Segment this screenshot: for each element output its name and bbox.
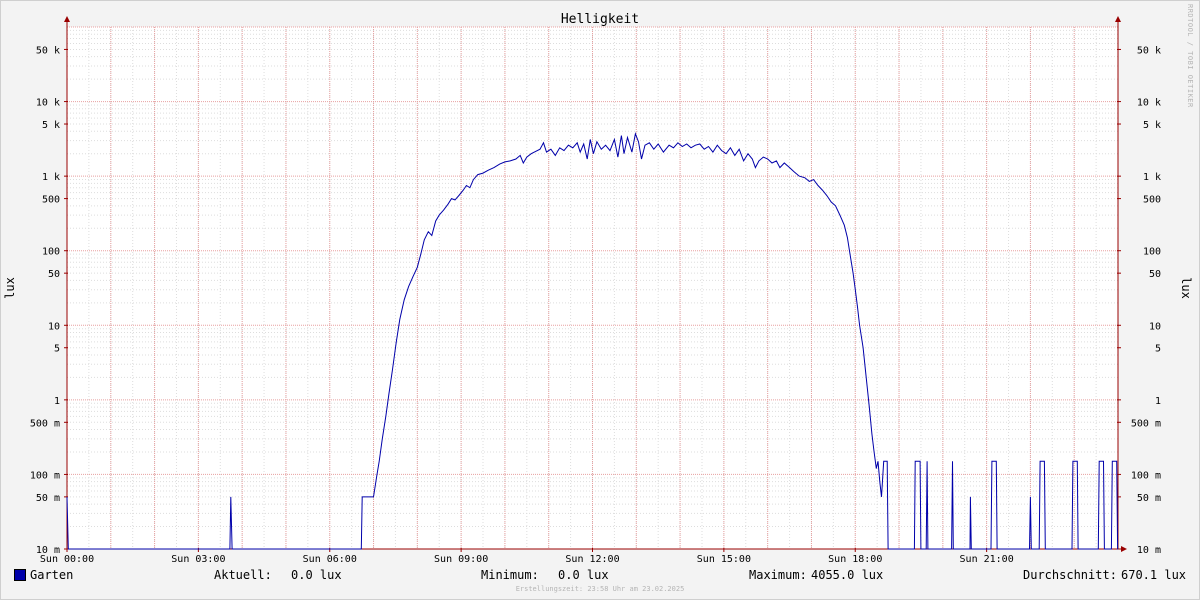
rrdtool-watermark: RRDTOOL / TOBI OETIKER [1186,4,1194,108]
y-tick-label: 10 k [36,98,60,109]
avg-value: 670.1 lux [1121,568,1187,582]
y-tick-label: 100 [42,247,60,258]
y-tick-label: 1 [54,396,60,407]
min-label: Minimum: [481,568,539,582]
current-label: Aktuell: [214,568,272,582]
y-tick-label: 50 [1149,269,1161,280]
y-tick-label: 500 m [1131,418,1161,429]
legend-swatch-garten [14,569,26,581]
avg-label: Durchschnitt: [1023,568,1117,582]
x-tick-label: Sun 21:00 [960,554,1014,565]
y-tick-label: 500 [1143,195,1161,206]
legend-series-name: Garten [30,568,74,582]
y-tick-label: 50 [48,269,60,280]
y-tick-label: 100 [1143,247,1161,258]
y-tick-label: 10 m [1137,545,1161,556]
x-tick-label: Sun 15:00 [697,554,751,565]
y-tick-label: 1 [1155,396,1161,407]
chart-title: Helligkeit [561,12,639,27]
y-tick-label: 50 k [1137,45,1161,56]
x-tick-label: Sun 12:00 [565,554,619,565]
y-tick-label: 5 [1155,344,1161,355]
y-tick-label: 100 m [1131,470,1161,481]
y-tick-label: 10 [48,321,60,332]
y-tick-label: 500 m [30,418,60,429]
y-tick-label: 500 [42,195,60,206]
y-axis-label-left: lux [3,277,17,299]
x-tick-label: Sun 09:00 [434,554,488,565]
x-axis-arrow [1121,546,1127,552]
y-tick-labels-right: 50 k 10 k 5 k 1 k 500 100 50 10 5 1 500 m 100 m 50 m… [1131,45,1161,556]
y-tick-label: 10 k [1137,98,1161,109]
y-tick-label: 5 k [42,120,60,131]
chart-canvas: 50 k 10 k 5 k 1 k 500 100 50 10 5 1 500 m 100 m 50 m… [3,12,1193,565]
y-axis-arrow-right [1115,16,1121,22]
y-tick-label: 1 k [42,172,60,183]
x-tick-label: Sun 03:00 [171,554,225,565]
current-value: 0.0 lux [291,568,342,582]
y-tick-label: 5 k [1143,120,1161,131]
y-axis-arrow-left [64,16,70,22]
min-value: 0.0 lux [558,568,609,582]
x-tick-label: Sun 06:00 [303,554,357,565]
max-label: Maximum: [749,568,807,582]
legend: Garten Aktuell: 0.0 lux Minimum: 0.0 lux… [0,566,1200,584]
y-tick-label: 50 m [36,493,60,504]
y-tick-label: 100 m [30,470,60,481]
x-tick-label: Sun 00:00 [40,554,94,565]
max-value: 4055.0 lux [811,568,884,582]
y-tick-labels-left: 50 k 10 k 5 k 1 k 500 100 50 10 5 1 500 m 100 m 50 m… [30,45,60,556]
x-tick-labels: Sun 00:00 Sun 03:00 Sun 06:00 Sun 09:00 Sun … [40,554,1014,565]
y-tick-label: 50 m [1137,493,1161,504]
x-tick-label: Sun 18:00 [828,554,882,565]
y-tick-label: 1 k [1143,172,1161,183]
creation-time: Erstellungszeit: 23:58 Uhr am 23.02.2025 [515,585,685,593]
y-tick-label: 10 [1149,321,1161,332]
y-tick-label: 50 k [36,45,60,56]
y-tick-label: 5 [54,344,60,355]
y-axis-label-right: lux [1179,277,1193,299]
